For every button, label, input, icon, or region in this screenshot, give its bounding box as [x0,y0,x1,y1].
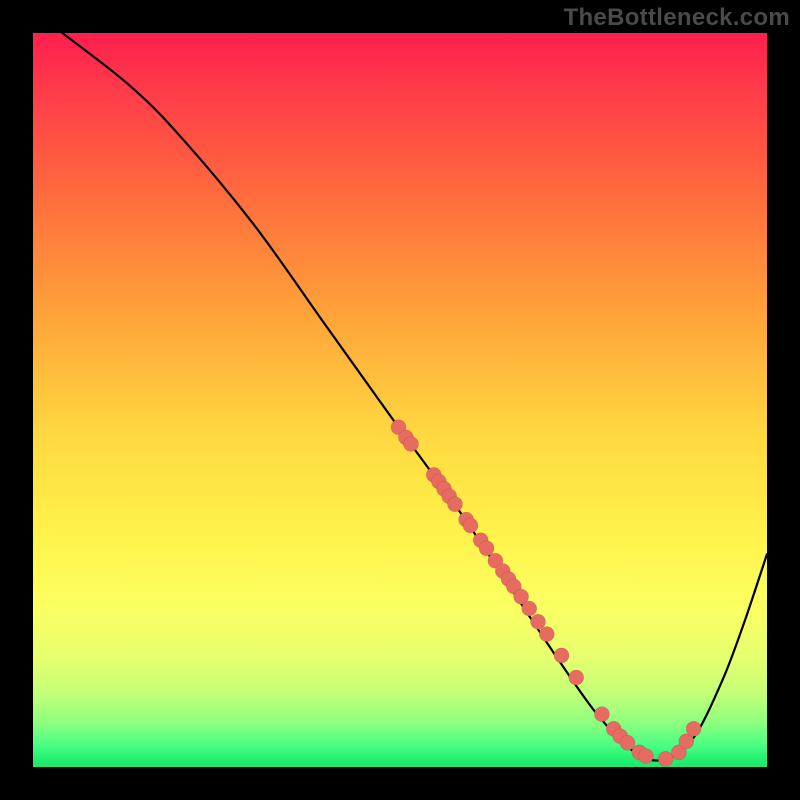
chart-plot-area [33,33,767,767]
highlight-points-group [391,420,701,767]
highlight-point [539,627,554,642]
highlight-point [638,749,653,764]
highlight-point [594,707,609,722]
highlight-point [658,751,673,766]
highlight-point [479,541,494,556]
highlight-point [686,721,701,736]
highlight-point [448,497,463,512]
highlight-point [522,601,537,616]
bottleneck-curve [62,33,767,761]
highlight-point [554,648,569,663]
highlight-point [620,735,635,750]
chart-svg [33,33,767,767]
highlight-point [463,518,478,533]
chart-frame: TheBottleneck.com [0,0,800,800]
highlight-point [531,614,546,629]
highlight-point [404,437,419,452]
highlight-point [569,670,584,685]
watermark-text: TheBottleneck.com [564,4,790,32]
